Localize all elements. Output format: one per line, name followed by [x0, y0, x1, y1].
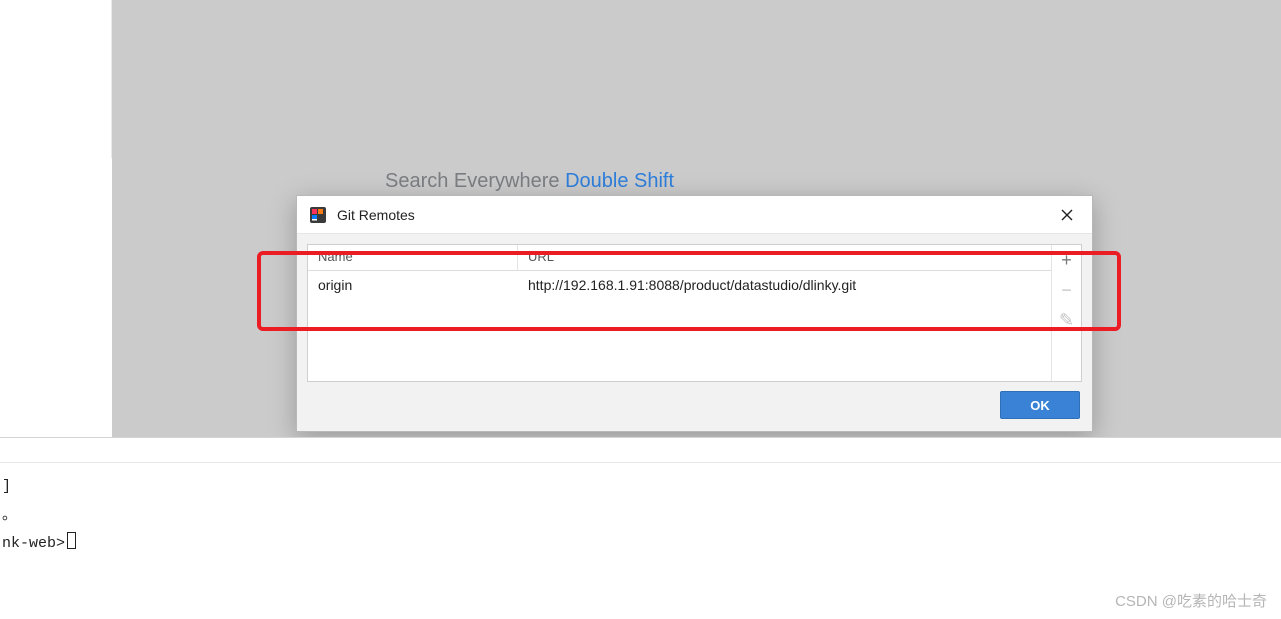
plus-icon: + — [1061, 250, 1072, 271]
intellij-icon — [309, 206, 327, 224]
terminal-panel[interactable]: ] 。 nk-web> — [0, 463, 1281, 619]
git-remotes-dialog: Git Remotes Name URL origin http://192.1… — [296, 195, 1093, 432]
terminal-line: 。 — [2, 502, 1279, 531]
dialog-titlebar[interactable]: Git Remotes — [297, 196, 1092, 234]
remove-button[interactable]: − — [1052, 275, 1082, 305]
terminal-tabbar[interactable] — [0, 437, 1281, 463]
side-toolbar: + − ✎ — [1051, 245, 1081, 381]
remotes-table: Name URL origin http://192.168.1.91:8088… — [307, 244, 1082, 382]
terminal-cursor — [67, 532, 76, 549]
search-label: Search Everywhere — [385, 170, 565, 192]
terminal-line: nk-web> — [2, 530, 1279, 559]
minus-icon: − — [1061, 280, 1072, 301]
close-button[interactable] — [1052, 200, 1082, 230]
column-url[interactable]: URL — [518, 245, 1051, 270]
remote-name: origin — [308, 274, 518, 296]
terminal-line: ] — [2, 473, 1279, 502]
edit-button[interactable]: ✎ — [1052, 305, 1082, 335]
add-button[interactable]: + — [1052, 245, 1082, 275]
dialog-footer: OK — [1000, 391, 1080, 419]
table-row[interactable]: origin http://192.168.1.91:8088/product/… — [308, 271, 1051, 299]
dialog-body: Name URL origin http://192.168.1.91:8088… — [297, 234, 1092, 390]
remote-url: http://192.168.1.91:8088/product/datastu… — [518, 274, 1051, 296]
pencil-icon: ✎ — [1059, 310, 1074, 331]
search-everywhere-hint: Search Everywhere Double Shift — [385, 170, 674, 193]
left-gutter — [0, 0, 112, 158]
ok-button[interactable]: OK — [1000, 391, 1080, 419]
column-name[interactable]: Name — [308, 245, 518, 270]
search-shortcut: Double Shift — [565, 170, 674, 192]
dialog-title: Git Remotes — [337, 207, 415, 223]
close-icon — [1061, 209, 1073, 221]
table-header: Name URL — [308, 245, 1051, 271]
watermark: CSDN @吃素的哈士奇 — [1115, 590, 1267, 611]
